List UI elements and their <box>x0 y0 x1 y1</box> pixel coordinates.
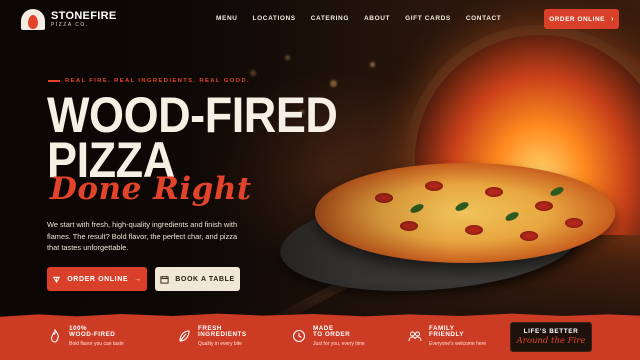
order-online-button[interactable]: ORDER ONLINE → <box>47 267 147 291</box>
nav-item-menu[interactable]: MENU <box>216 15 238 22</box>
clock-icon <box>292 329 306 343</box>
nav-item-contact[interactable]: CONTACT <box>466 15 502 22</box>
feature-line2: TO ORDER <box>313 331 351 339</box>
order-online-label: ORDER ONLINE <box>67 275 129 283</box>
feature-line2: INGREDIENTS <box>198 331 247 339</box>
order-online-nav-button[interactable]: ORDER ONLINE › <box>544 9 619 29</box>
pizza-slice-icon <box>53 276 61 283</box>
hero-tagline: REAL FIRE. REAL INGREDIENTS. REAL GOOD. <box>48 78 250 84</box>
top-nav: STONEFIRE PIZZA CO. MENU LOCATIONS CATER… <box>0 0 640 38</box>
hero-description: We start with fresh, high-quality ingred… <box>47 220 238 252</box>
badge-line1: LIFE'S BETTER <box>523 327 579 335</box>
life-better-badge: LIFE'S BETTER Around the Fire <box>510 322 592 352</box>
flame-icon <box>50 329 59 343</box>
nav-item-about[interactable]: ABOUT <box>364 15 390 22</box>
nav-item-locations[interactable]: LOCATIONS <box>253 15 296 22</box>
brand-name: STONEFIRE <box>51 9 117 22</box>
family-icon <box>408 331 422 342</box>
chevron-right-icon: › <box>611 15 614 23</box>
feature-caption: Just for you, every time <box>313 340 365 347</box>
brand-sub: PIZZA CO. <box>51 21 89 28</box>
nav-item-catering[interactable]: CATERING <box>311 15 349 22</box>
feature-fresh-ingredients: FRESH INGREDIENTS Quality in every bite <box>177 325 247 347</box>
nav-item-gift-cards[interactable]: GIFT CARDS <box>405 15 451 22</box>
feature-line2: WOOD-FIRED <box>69 331 116 339</box>
features-bar: 100% WOOD-FIRED Bold flavor you can tast… <box>0 318 640 360</box>
feature-caption: Bold flavor you can taste <box>69 340 124 347</box>
logo[interactable]: STONEFIRE PIZZA CO. <box>20 8 116 30</box>
oven-logo-icon <box>20 8 46 30</box>
feature-line2: FRIENDLY <box>429 331 464 339</box>
order-online-nav-label: ORDER ONLINE <box>549 15 605 23</box>
feature-made-to-order: MADE TO ORDER Just for you, every time <box>292 325 365 347</box>
calendar-icon <box>160 275 169 284</box>
hero-script-title: Done Right <box>50 171 252 207</box>
feature-wood-fired: 100% WOOD-FIRED Bold flavor you can tast… <box>48 325 124 347</box>
arrow-right-icon: → <box>134 275 142 283</box>
book-table-label: BOOK A TABLE <box>175 275 235 283</box>
feature-caption: Quality in every bite <box>198 340 242 347</box>
leaf-icon <box>179 330 190 342</box>
feature-family-friendly: FAMILY FRIENDLY Everyone's welcome here <box>408 325 487 347</box>
book-table-button[interactable]: BOOK A TABLE <box>155 267 240 291</box>
main-menu: MENU LOCATIONS CATERING ABOUT GIFT CARDS… <box>216 15 501 22</box>
tagline-text: REAL FIRE. REAL INGREDIENTS. REAL GOOD. <box>65 78 251 84</box>
feature-caption: Everyone's welcome here <box>429 340 487 347</box>
tagline-rule <box>48 80 60 82</box>
badge-line2: Around the Fire <box>516 335 586 346</box>
